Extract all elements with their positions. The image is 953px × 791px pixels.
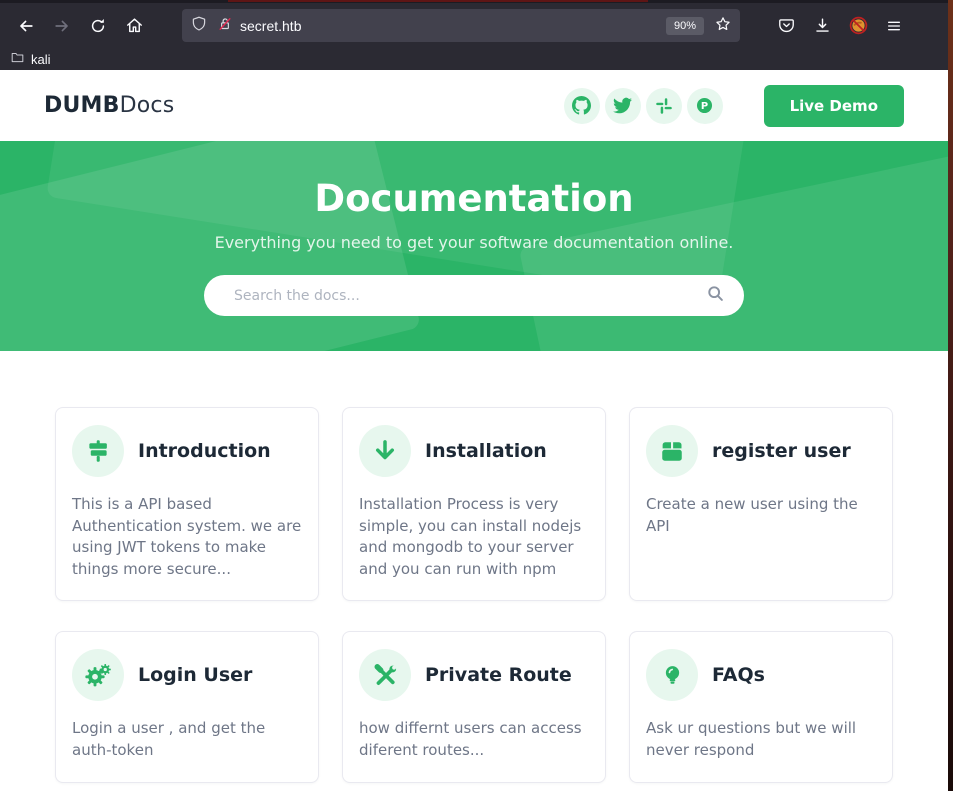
page-viewport: DUMBDocs P Live Demo Documentation Every… <box>0 70 948 791</box>
card-title: Introduction <box>138 440 271 462</box>
reload-button[interactable] <box>82 10 114 42</box>
card-body: This is a API based Authentication syste… <box>72 494 303 580</box>
slack-icon[interactable] <box>646 88 682 124</box>
card-body: Installation Process is very simple, you… <box>359 494 590 580</box>
browser-toolbar: secret.htb 90% <box>0 3 948 48</box>
extension-disabled-icon[interactable] <box>842 10 874 42</box>
page-title: Documentation <box>314 177 633 220</box>
card-title: FAQs <box>712 664 765 686</box>
card-title: Installation <box>425 440 547 462</box>
card-body: Login a user , and get the auth-token <box>72 718 303 761</box>
card-title: Login User <box>138 664 252 686</box>
doc-cards-grid: Introduction This is a API based Authent… <box>0 351 948 783</box>
download-arrow-icon <box>359 425 411 477</box>
card-body: how differnt users can access diferent r… <box>359 718 590 761</box>
doc-card[interactable]: Installation Installation Process is ver… <box>342 407 606 601</box>
folder-icon <box>10 50 25 68</box>
tools-icon <box>359 649 411 701</box>
bulb-icon <box>646 649 698 701</box>
bookmark-star-icon[interactable] <box>714 15 732 37</box>
desktop-wallpaper-edge <box>948 0 953 791</box>
card-body: Create a new user using the API <box>646 494 877 537</box>
url-text[interactable]: secret.htb <box>240 18 666 34</box>
docs-search <box>204 275 744 316</box>
forward-button[interactable] <box>46 10 78 42</box>
bookmarks-bar: kali <box>0 48 948 70</box>
url-bar[interactable]: secret.htb 90% <box>182 9 740 42</box>
doc-card[interactable]: FAQs Ask ur questions but we will never … <box>629 631 893 782</box>
site-logo[interactable]: DUMBDocs <box>44 93 174 118</box>
card-header: Private Route <box>359 649 590 701</box>
bookmark-label: kali <box>31 52 51 67</box>
search-input[interactable] <box>234 288 705 304</box>
doc-card[interactable]: Introduction This is a API based Authent… <box>55 407 319 601</box>
producthunt-icon[interactable]: P <box>687 88 723 124</box>
zoom-level-badge[interactable]: 90% <box>666 17 704 35</box>
menu-icon[interactable] <box>878 10 910 42</box>
doc-card[interactable]: register user Create a new user using th… <box>629 407 893 601</box>
logo-bold: DUMB <box>44 93 120 118</box>
card-header: register user <box>646 425 877 477</box>
page-subtitle: Everything you need to get your software… <box>215 233 734 252</box>
shield-icon[interactable] <box>190 15 208 37</box>
insecure-lock-icon[interactable] <box>216 15 234 37</box>
signpost-icon <box>72 425 124 477</box>
toolbar-right <box>768 10 912 42</box>
bookmark-kali[interactable]: kali <box>10 50 51 68</box>
card-title: register user <box>712 440 851 462</box>
card-title: Private Route <box>425 664 572 686</box>
card-body: Ask ur questions but we will never respo… <box>646 718 877 761</box>
browser-window: secret.htb 90% kali <box>0 0 948 791</box>
card-header: Introduction <box>72 425 303 477</box>
search-icon[interactable] <box>705 283 726 308</box>
box-icon <box>646 425 698 477</box>
card-header: Login User <box>72 649 303 701</box>
doc-card[interactable]: Login User Login a user , and get the au… <box>55 631 319 782</box>
card-header: Installation <box>359 425 590 477</box>
svg-text:P: P <box>701 101 708 112</box>
site-navbar: DUMBDocs P Live Demo <box>0 70 948 141</box>
tab-edge-highlight <box>228 0 648 2</box>
tabstrip-edge <box>0 0 948 3</box>
logo-light: Docs <box>120 93 175 118</box>
back-button[interactable] <box>10 10 42 42</box>
doc-card[interactable]: Private Route how differnt users can acc… <box>342 631 606 782</box>
twitter-icon[interactable] <box>605 88 641 124</box>
navbar-right: P Live Demo <box>564 85 904 127</box>
live-demo-button[interactable]: Live Demo <box>764 85 904 127</box>
pocket-icon[interactable] <box>770 10 802 42</box>
card-header: FAQs <box>646 649 877 701</box>
hero-section: Documentation Everything you need to get… <box>0 141 948 351</box>
social-links: P <box>564 88 723 124</box>
gears-icon <box>72 649 124 701</box>
home-button[interactable] <box>118 10 150 42</box>
github-icon[interactable] <box>564 88 600 124</box>
download-icon[interactable] <box>806 10 838 42</box>
